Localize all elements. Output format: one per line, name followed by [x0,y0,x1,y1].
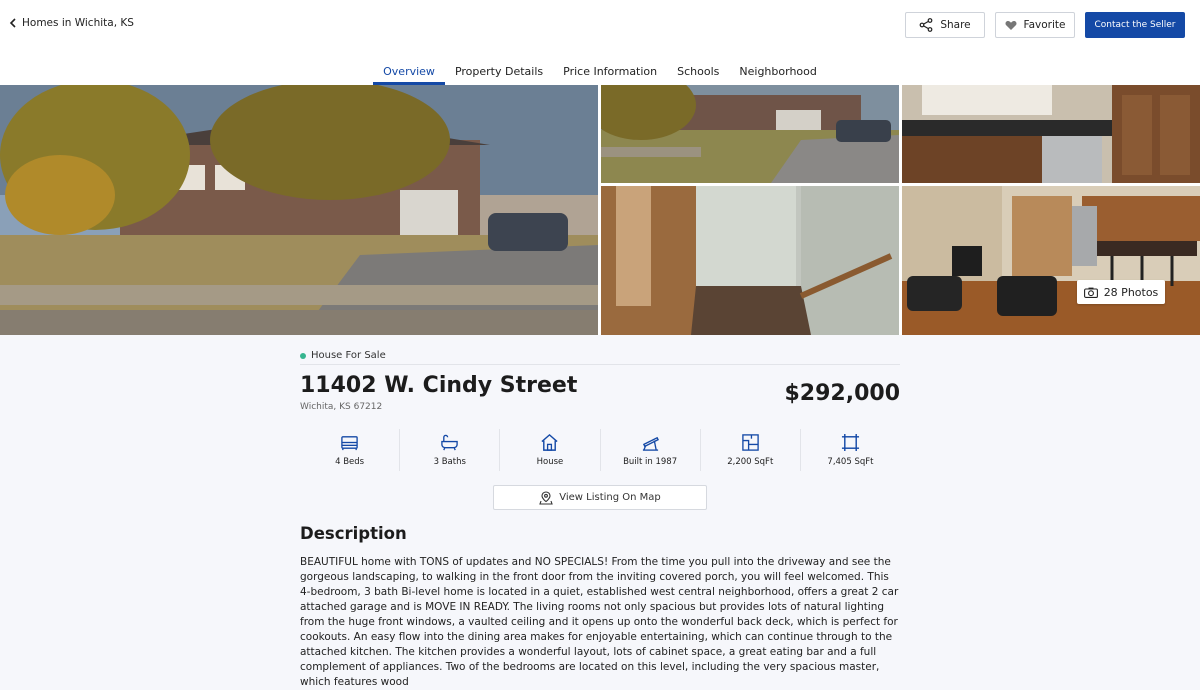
description-text: BEAUTIFUL home with TONS of updates and … [300,556,899,688]
listing-city: Wichita, KS 67212 [300,402,383,412]
main-photo-exterior[interactable] [0,85,598,335]
back-link-label: Homes in Wichita, KS [22,17,134,29]
stat-floor-area: 2,200 SqFt [699,429,800,471]
key-facts: 4 Beds 3 Baths House Built in 1987 2,200… [300,429,900,471]
share-button[interactable]: Share [905,12,985,38]
back-link[interactable]: Homes in Wichita, KS [9,17,134,29]
chevron-left-icon [9,18,16,28]
stat-year-built: Built in 1987 [599,429,700,471]
heart-icon [1005,20,1017,30]
stat-baths: 3 Baths [399,429,499,471]
tab-price-information[interactable]: Price Information [553,62,667,85]
divider [300,364,900,365]
stat-lot-size: 7,405 SqFt [799,429,900,471]
favorite-button[interactable]: Favorite [995,12,1075,38]
photo-front-yard[interactable] [601,85,899,183]
calendar-hammer-icon [642,436,659,451]
section-tabs: Overview Property Details Price Informat… [0,62,1200,85]
photo-kitchen-sink[interactable] [902,85,1200,183]
stat-beds: 4 Beds [300,429,399,471]
contact-seller-button[interactable]: Contact the Seller [1085,12,1185,38]
top-bar: Homes in Wichita, KS Share Favorite Cont… [0,0,1200,85]
bath-icon [441,434,459,451]
view-on-map-button[interactable]: View Listing On Map [493,485,707,510]
house-icon [541,433,558,451]
photo-stairway[interactable] [601,186,899,335]
stat-lot-size-label: 7,405 SqFt [827,457,874,467]
share-label: Share [940,19,971,31]
view-all-photos-button[interactable]: 28 Photos [1077,280,1165,304]
tab-overview[interactable]: Overview [373,62,445,85]
status-dot [300,352,306,359]
status-label: House For Sale [311,350,386,361]
view-on-map-label: View Listing On Map [559,492,661,503]
listing-address: 11402 W. Cindy Street [300,373,578,398]
stat-baths-label: 3 Baths [433,457,466,467]
stat-floor-area-label: 2,200 SqFt [727,457,774,467]
bed-icon [341,436,358,451]
lot-size-icon [841,433,859,452]
photo-living-room[interactable] [902,186,1200,335]
stat-type-label: House [536,457,564,467]
tab-property-details[interactable]: Property Details [445,62,553,85]
map-pin-icon [539,490,553,505]
tab-schools[interactable]: Schools [667,62,729,85]
photos-count-label: 28 Photos [1103,285,1159,299]
description-heading: Description [300,524,407,543]
camera-icon [1083,287,1098,298]
favorite-label: Favorite [1023,19,1066,31]
stat-beds-label: 4 Beds [335,457,365,467]
stat-year-built-label: Built in 1987 [623,457,678,467]
listing-price: $292,000 [784,381,900,406]
stat-type: House [499,429,599,471]
listing-status: House For Sale [300,350,386,361]
floorplan-icon [742,434,759,451]
tab-neighborhood[interactable]: Neighborhood [729,62,826,85]
share-icon [919,18,933,32]
photo-gallery [0,85,1200,335]
